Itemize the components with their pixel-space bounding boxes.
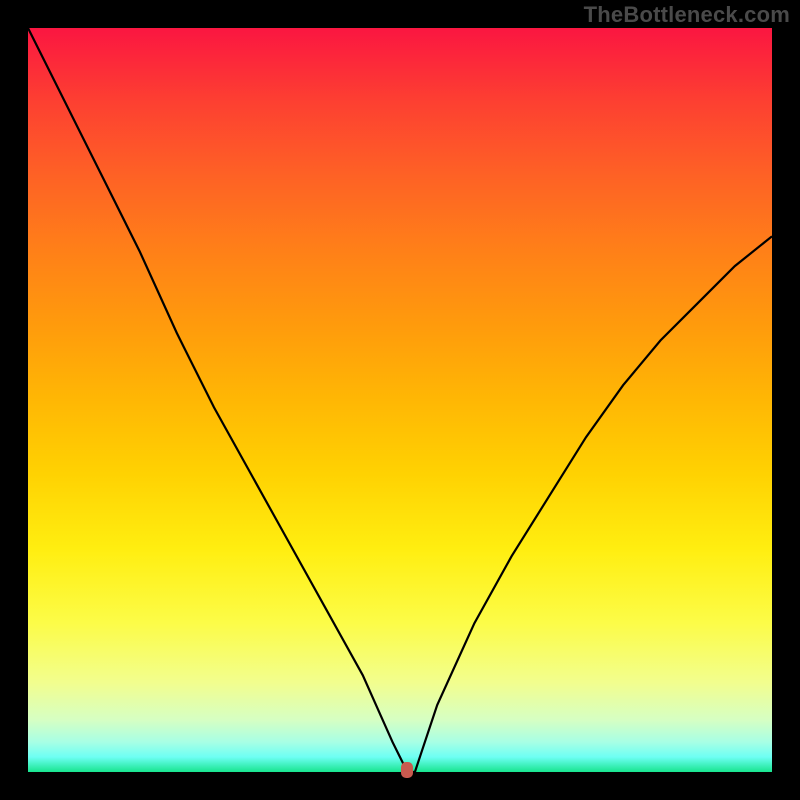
optimum-marker <box>401 762 413 778</box>
chart-frame: TheBottleneck.com <box>0 0 800 800</box>
bottleneck-curve <box>0 0 800 800</box>
watermark-text: TheBottleneck.com <box>584 2 790 28</box>
